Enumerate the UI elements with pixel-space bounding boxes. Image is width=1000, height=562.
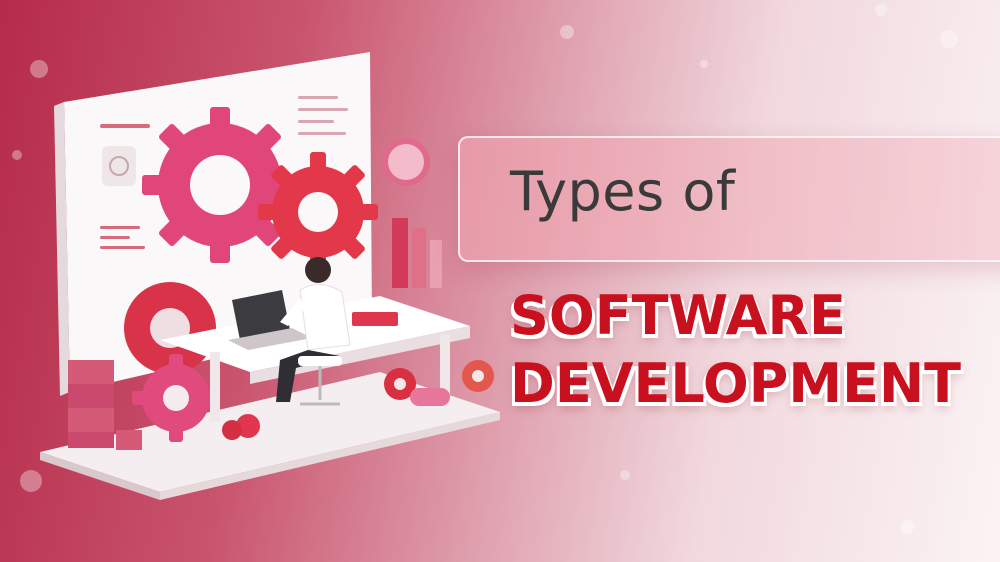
bokeh-dot: [940, 30, 958, 48]
tag-card: [410, 388, 450, 406]
badge-icon: [382, 138, 430, 186]
bokeh-dot: [875, 4, 887, 16]
bokeh-dot: [560, 25, 574, 39]
hero-banner: Types of SOFTWARE DEVELOPMENT: [0, 0, 1000, 562]
clock-card: [102, 146, 136, 186]
gear-icon: [462, 360, 494, 392]
bokeh-dot: [620, 470, 630, 480]
gear-icon: [258, 152, 378, 272]
subtitle: Types of: [510, 160, 736, 223]
title-line-2: DEVELOPMENT: [510, 352, 962, 415]
bar-chart-icon: [392, 218, 442, 288]
bokeh-dot: [700, 60, 708, 68]
title-line-1: SOFTWARE: [510, 284, 846, 347]
bokeh-dot: [900, 520, 914, 534]
developer-illustration: [40, 52, 500, 500]
gear-icon: [142, 107, 298, 263]
